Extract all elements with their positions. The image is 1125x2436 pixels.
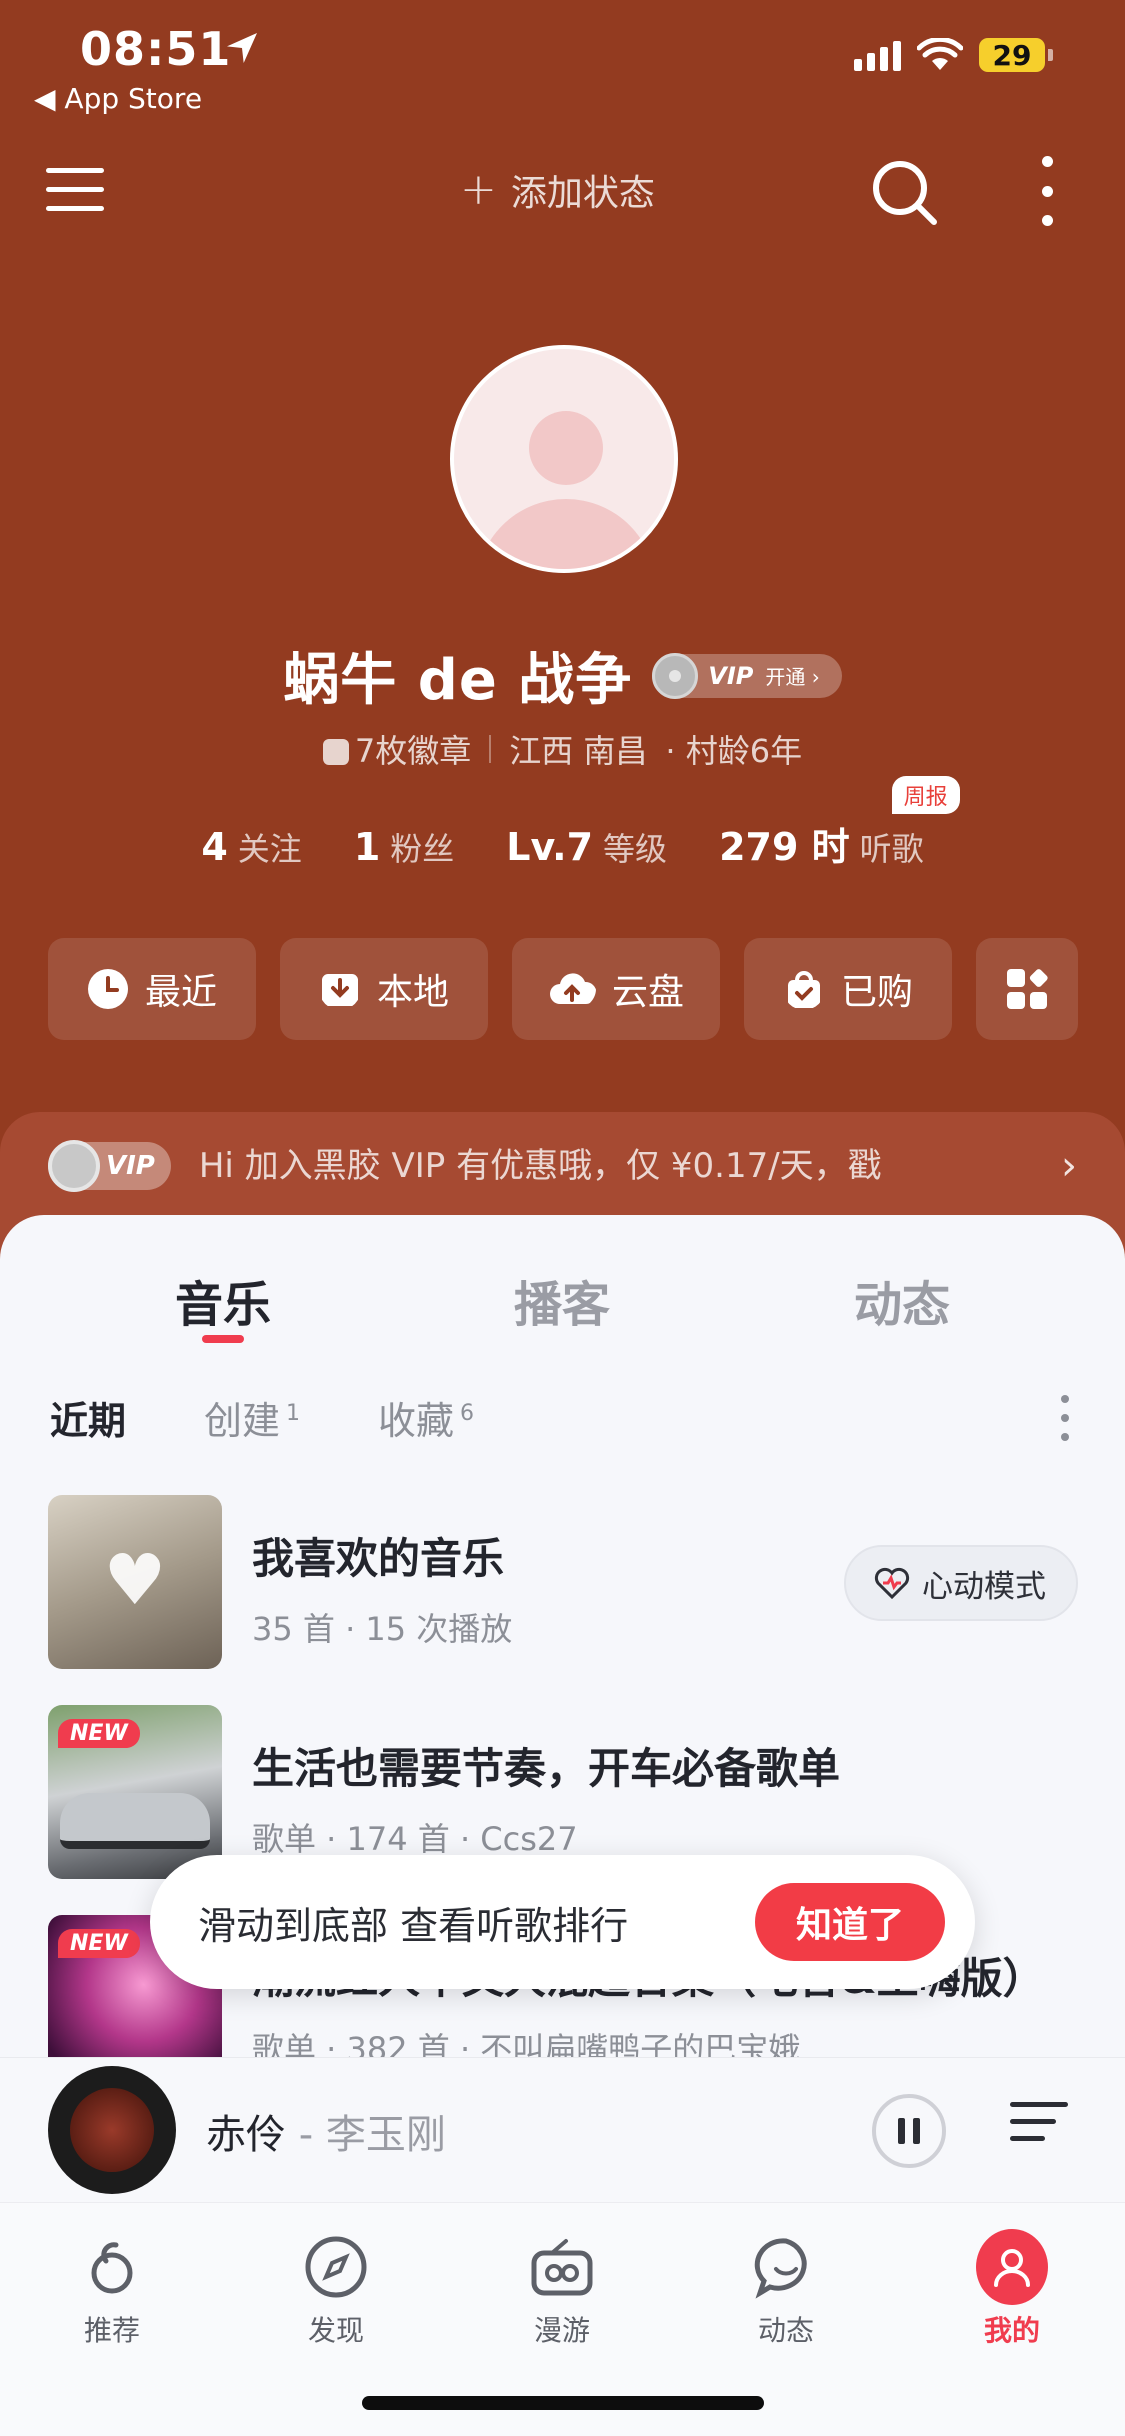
chat-bubble-icon — [754, 2238, 807, 2299]
home-indicator — [362, 2396, 764, 2410]
quick-purchased-button[interactable]: 已购 — [744, 938, 952, 1040]
compass-icon — [305, 2236, 367, 2298]
tab-roam[interactable]: 漫游 — [492, 2231, 632, 2349]
subtab-collected[interactable]: 收藏 6 — [378, 1390, 474, 1445]
profile-stats: 4 关注 1 粉丝 Lv.7 等级 279 时 听歌 周报 — [0, 776, 1125, 871]
vinyl-disc-icon — [48, 1140, 100, 1192]
badges[interactable]: 7枚徽章 — [322, 726, 471, 772]
chevron-right-icon: › — [1061, 1143, 1077, 1189]
playlist-icon[interactable] — [1010, 2102, 1068, 2158]
mini-player[interactable]: 赤伶 - 李玉刚 — [0, 2057, 1125, 2202]
location: 江西 南昌 — [509, 732, 648, 770]
add-status-label: 添加状态 — [510, 173, 655, 214]
search-icon[interactable] — [868, 156, 940, 228]
new-badge: NEW — [58, 1719, 140, 1748]
quick-cloud-button[interactable]: 云盘 — [512, 938, 720, 1040]
playlist-cover: NEW — [48, 1705, 222, 1879]
vip-open-label: 开通 › — [765, 665, 820, 689]
playlist-subtitle: 歌单 · 382 首 · 不叫扁嘴鸭子的巴宝娥 — [252, 2030, 801, 2060]
more-vertical-icon[interactable] — [1060, 1395, 1070, 1441]
scroll-hint-toast: 滑动到底部 查看听歌排行 知道了 — [150, 1855, 975, 1989]
back-to-app-store[interactable]: ◀ App Store — [34, 82, 202, 115]
sub-tabs: 近期 创建 1 收藏 6 — [50, 1390, 552, 1445]
status-time: 08:51 — [80, 22, 232, 76]
vip-badge: VIP — [48, 1140, 171, 1192]
radio-icon — [531, 2239, 593, 2296]
vip-open-button[interactable]: VIP 开通 › — [652, 652, 842, 699]
vinyl-disc-icon — [652, 652, 699, 699]
heart-mode-button[interactable]: 心动模式 — [844, 1545, 1078, 1621]
toast-text: 滑动到底部 查看听歌排行 — [198, 1903, 629, 1948]
village-age: · 村龄6年 — [665, 732, 803, 770]
quick-local-button[interactable]: 本地 — [280, 938, 488, 1040]
song-artist: - 李玉刚 — [286, 2112, 446, 2158]
profile-meta: 7枚徽章 江西 南昌 · 村龄6年 — [0, 726, 1125, 772]
got-it-button[interactable]: 知道了 — [755, 1883, 945, 1961]
quick-more-apps-button[interactable] — [976, 938, 1078, 1040]
stat-follow[interactable]: 4 关注 — [201, 824, 301, 870]
status-indicators: 29 — [854, 38, 1053, 72]
tab-music[interactable]: 音乐 — [113, 1265, 333, 1335]
active-tab-indicator — [202, 1335, 244, 1343]
subtab-recent[interactable]: 近期 — [50, 1390, 126, 1445]
tab-mine[interactable]: 我的 — [942, 2229, 1082, 2349]
album-disc — [48, 2066, 176, 2194]
vip-label: VIP — [708, 661, 754, 690]
quick-recent-button[interactable]: 最近 — [48, 938, 256, 1040]
quick-actions: 最近 本地 云盘 已购 — [48, 938, 1078, 1040]
tab-discover[interactable]: 发现 — [266, 2231, 406, 2349]
user-name: 蜗牛 de 战争 — [283, 648, 633, 713]
vip-promo-text: Hi 加入黑胶 VIP 有优惠哦，仅 ¥0.17/天，戳 — [198, 1146, 882, 1186]
playlist-title: 生活也需要节奏，开车必备歌单 — [252, 1744, 841, 1793]
apps-grid-icon — [1007, 967, 1049, 1009]
user-icon — [976, 2229, 1048, 2305]
subtab-created[interactable]: 创建 1 — [204, 1390, 300, 1445]
cellular-signal-icon — [854, 39, 901, 71]
new-badge: NEW — [58, 1929, 140, 1958]
more-icon[interactable] — [1040, 156, 1054, 226]
shopping-bag-icon — [787, 971, 820, 1008]
heartbeat-icon — [874, 1567, 910, 1599]
heart-icon: ♥ — [103, 1539, 167, 1621]
song-title: 赤伶 — [206, 2112, 286, 2158]
avatar[interactable] — [450, 345, 678, 573]
main-tabs: 音乐 播客 动态 — [0, 1265, 1125, 1345]
menu-icon[interactable] — [46, 168, 104, 214]
wifi-icon — [917, 38, 963, 70]
list-item[interactable]: ♥ 我喜欢的音乐 35 首 · 15 次播放 心动模式 — [48, 1495, 1078, 1705]
recommend-icon — [91, 2242, 133, 2294]
add-status-button[interactable]: + 添加状态 — [460, 164, 655, 216]
divider — [489, 735, 492, 763]
download-box-icon — [321, 974, 358, 1006]
playlist-title: 我喜欢的音乐 — [252, 1534, 505, 1583]
stat-listen-hours[interactable]: 279 时 听歌 周报 — [719, 776, 960, 871]
now-playing: 赤伶 - 李玉刚 — [206, 2102, 446, 2160]
battery-level: 29 — [979, 38, 1045, 72]
playlist-cover: ♥ — [48, 1495, 222, 1669]
tab-recommend[interactable]: 推荐 — [42, 2231, 182, 2349]
badge-icon — [322, 739, 349, 765]
clock-icon — [87, 969, 128, 1009]
tab-moments-nav[interactable]: 动态 — [716, 2231, 856, 2349]
stat-level[interactable]: Lv.7 等级 — [506, 824, 667, 870]
name-row: 蜗牛 de 战争 VIP 开通 › — [0, 635, 1125, 716]
tab-moments[interactable]: 动态 — [792, 1265, 1012, 1335]
weekly-report-tag[interactable]: 周报 — [891, 776, 960, 814]
tab-podcast[interactable]: 播客 — [452, 1265, 672, 1335]
playlist-subtitle: 35 首 · 15 次播放 — [252, 1610, 513, 1648]
battery-icon: 29 — [979, 38, 1053, 72]
plus-icon: + — [460, 164, 497, 215]
playlist-subtitle: 歌单 · 174 首 · Ccs27 — [252, 1820, 578, 1858]
stat-fans[interactable]: 1 粉丝 — [354, 824, 454, 870]
cloud-upload-icon — [549, 973, 596, 1004]
location-arrow-icon — [227, 33, 257, 63]
pause-button[interactable] — [872, 2094, 946, 2168]
